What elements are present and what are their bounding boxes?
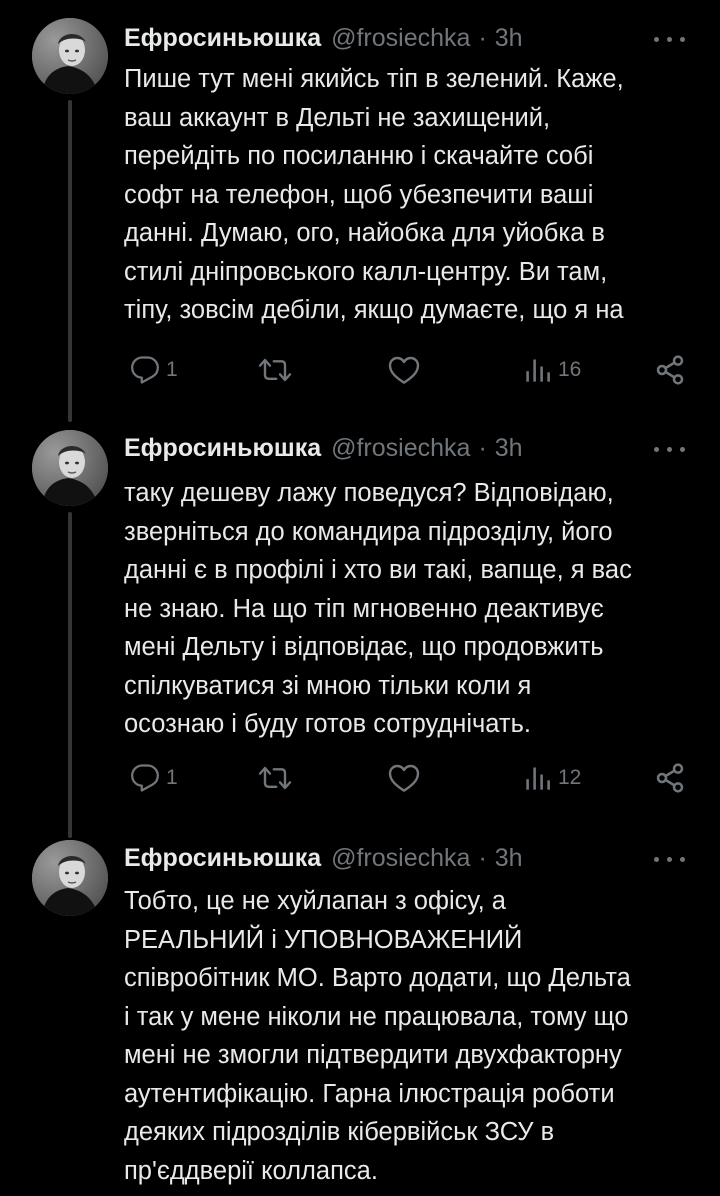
tweet[interactable]: Ефросиньюшка @frosiechka · 3h Тобто, це … xyxy=(0,840,720,1196)
share-button[interactable] xyxy=(654,350,686,390)
tweet-text: таку дешеву лажу поведуся? Відповідаю, з… xyxy=(124,479,632,738)
reply-count: 1 xyxy=(166,766,178,789)
tweet-header: Ефросиньюшка @frosiechka · 3h xyxy=(124,432,690,464)
display-name[interactable]: Ефросиньюшка xyxy=(124,434,321,463)
tweet-header: Ефросиньюшка @frosiechka · 3h xyxy=(124,842,690,874)
avatar-photo xyxy=(32,430,108,506)
action-bar: 1 12 xyxy=(0,758,720,798)
avatar-photo xyxy=(32,18,108,94)
view-count: 16 xyxy=(558,358,582,381)
avatar-photo xyxy=(32,840,108,916)
user-handle[interactable]: @frosiechka xyxy=(331,24,470,53)
view-count: 12 xyxy=(558,766,582,789)
retweet-icon xyxy=(258,766,292,790)
reply-button[interactable]: 1 xyxy=(130,350,178,390)
avatar[interactable] xyxy=(32,18,108,94)
user-handle[interactable]: @frosiechka xyxy=(331,434,470,463)
reply-icon xyxy=(131,356,159,384)
user-handle[interactable]: @frosiechka xyxy=(331,844,470,873)
like-icon xyxy=(388,764,420,792)
timestamp[interactable]: 3h xyxy=(495,434,523,463)
views-icon xyxy=(526,359,550,382)
views-button[interactable]: 16 xyxy=(524,350,581,390)
avatar[interactable] xyxy=(32,840,108,916)
like-button[interactable] xyxy=(388,758,420,798)
tweet-text: Тобто, це не хуйлапан з офісу, а РЕАЛЬНИ… xyxy=(124,887,631,1185)
tweet-header: Ефросиньюшка @frosiechka · 3h xyxy=(124,22,690,54)
action-bar: 1 16 xyxy=(0,350,720,390)
retweet-button[interactable] xyxy=(258,758,292,798)
more-icon[interactable] xyxy=(654,444,686,454)
display-name[interactable]: Ефросиньюшка xyxy=(124,24,321,53)
tweet-text: Пише тут мені якийсь тіп в зелений. Каже… xyxy=(124,65,624,324)
like-icon xyxy=(388,356,420,384)
tweet[interactable]: Ефросиньюшка @frosiechka · 3h Пише тут м… xyxy=(0,0,720,424)
retweet-button[interactable] xyxy=(258,350,292,390)
retweet-icon xyxy=(258,358,292,382)
separator-dot: · xyxy=(478,23,487,52)
avatar[interactable] xyxy=(32,430,108,506)
reply-icon xyxy=(131,764,159,792)
separator-dot: · xyxy=(478,433,487,462)
like-button[interactable] xyxy=(388,350,420,390)
share-icon xyxy=(656,763,684,793)
more-icon[interactable] xyxy=(654,34,686,44)
timestamp[interactable]: 3h xyxy=(495,844,523,873)
views-button[interactable]: 12 xyxy=(524,758,581,798)
views-icon xyxy=(526,767,550,790)
tweet[interactable]: Ефросиньюшка @frosiechka · 3h таку дешев… xyxy=(0,424,720,840)
timestamp[interactable]: 3h xyxy=(495,24,523,53)
separator-dot: · xyxy=(478,843,487,872)
share-button[interactable] xyxy=(654,758,686,798)
share-icon xyxy=(656,355,684,385)
reply-count: 1 xyxy=(166,358,178,381)
display-name[interactable]: Ефросиньюшка xyxy=(124,844,321,873)
reply-button[interactable]: 1 xyxy=(130,758,178,798)
more-icon[interactable] xyxy=(654,854,686,864)
